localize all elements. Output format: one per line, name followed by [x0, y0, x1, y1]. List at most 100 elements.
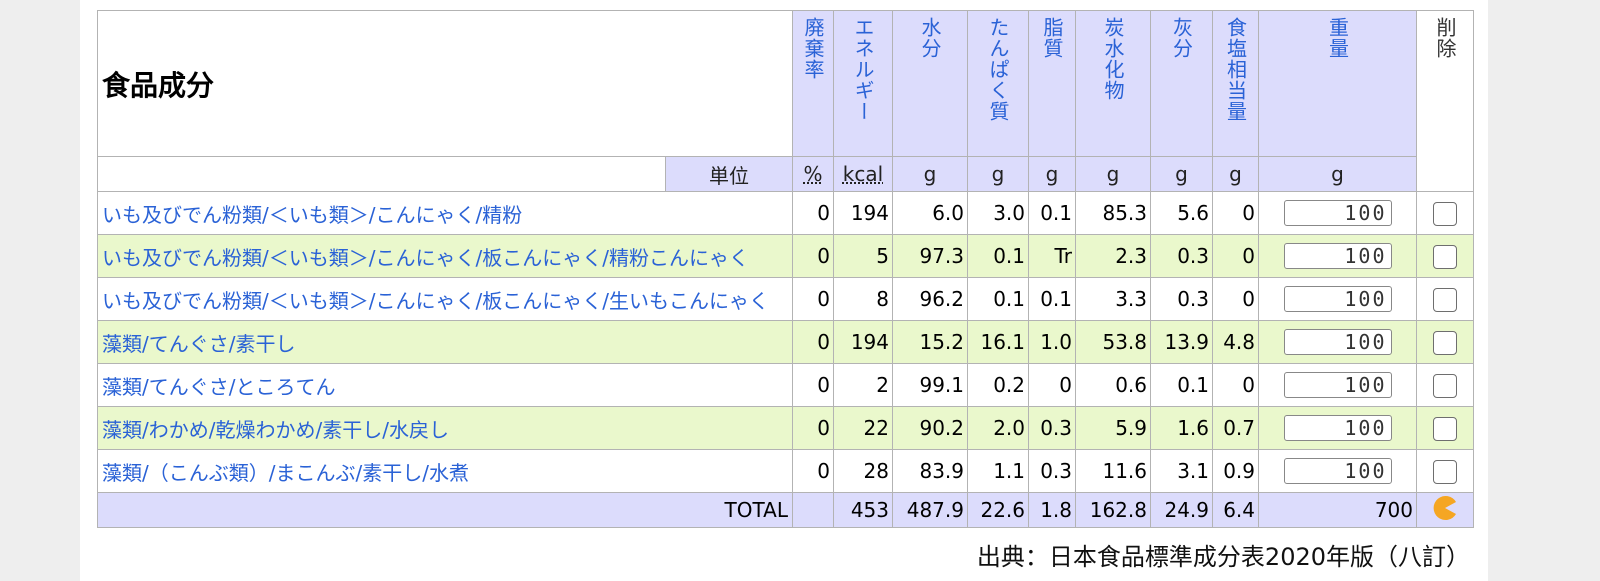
- weight-input[interactable]: [1283, 286, 1392, 312]
- header-water[interactable]: 水分: [892, 10, 968, 157]
- cell-fat: 1.0: [1028, 320, 1076, 364]
- unit-weight: g: [1258, 156, 1417, 192]
- cell-energy: 194: [833, 320, 893, 364]
- cell-carbohydrate: 3.3: [1075, 277, 1151, 321]
- total-fat: 1.8: [1028, 492, 1076, 528]
- source-citation: 出典：日本食品標準成分表2020年版（八訂）: [976, 543, 1470, 571]
- table-row: 藻類/てんぐさ/素干し 0 194 15.2 16.1 1.0 53.8 13.…: [97, 320, 1474, 364]
- weight-input[interactable]: [1283, 329, 1392, 355]
- cell-fat: 0.1: [1028, 277, 1076, 321]
- food-link[interactable]: いも及びでん粉類/＜いも類＞/こんにゃく/板こんにゃく/精粉こんにゃく: [97, 234, 793, 278]
- cell-protein: 0.2: [967, 363, 1029, 407]
- cell-energy: 5: [833, 234, 893, 278]
- total-weight: 700: [1258, 492, 1417, 528]
- header-protein[interactable]: たんぱく質: [967, 10, 1029, 157]
- delete-cell: [1416, 406, 1474, 450]
- cell-energy: 194: [833, 191, 893, 235]
- delete-checkbox[interactable]: [1433, 287, 1457, 312]
- cell-refuse: 0: [792, 449, 834, 493]
- total-row: TOTAL 453 487.9 22.6 1.8 162.8 24.9 6.4 …: [97, 492, 1474, 528]
- delete-checkbox[interactable]: [1433, 244, 1457, 269]
- cell-salt: 0: [1212, 363, 1259, 407]
- cell-ash: 0.1: [1150, 363, 1213, 407]
- cell-salt: 4.8: [1212, 320, 1259, 364]
- weight-cell: [1258, 363, 1417, 407]
- food-link[interactable]: 藻類/てんぐさ/素干し: [97, 320, 793, 364]
- cell-ash: 0.3: [1150, 277, 1213, 321]
- food-link[interactable]: いも及びでん粉類/＜いも類＞/こんにゃく/精粉: [97, 191, 793, 235]
- total-carbohydrate: 162.8: [1075, 492, 1151, 528]
- cell-protein: 0.1: [967, 277, 1029, 321]
- header-ash[interactable]: 灰分: [1150, 10, 1213, 157]
- header-salt[interactable]: 食塩相当量: [1212, 10, 1259, 157]
- cell-protein: 16.1: [967, 320, 1029, 364]
- cell-fat: 0: [1028, 363, 1076, 407]
- table-row: いも及びでん粉類/＜いも類＞/こんにゃく/板こんにゃく/生いもこんにゃく 0 8…: [97, 277, 1474, 321]
- delete-checkbox[interactable]: [1433, 416, 1457, 441]
- unit-fat: g: [1028, 156, 1076, 192]
- weight-cell: [1258, 449, 1417, 493]
- table-row: 藻類/（こんぶ類）/まこんぶ/素干し/水煮 0 28 83.9 1.1 0.3 …: [97, 449, 1474, 493]
- total-ash: 24.9: [1150, 492, 1213, 528]
- weight-input[interactable]: [1283, 372, 1392, 398]
- cell-protein: 1.1: [967, 449, 1029, 493]
- weight-input[interactable]: [1283, 415, 1392, 441]
- cell-ash: 3.1: [1150, 449, 1213, 493]
- cell-carbohydrate: 11.6: [1075, 449, 1151, 493]
- cell-carbohydrate: 85.3: [1075, 191, 1151, 235]
- cell-protein: 0.1: [967, 234, 1029, 278]
- unit-ash: g: [1150, 156, 1213, 192]
- total-label: TOTAL: [97, 492, 793, 528]
- header-energy[interactable]: エネルギー: [833, 10, 893, 157]
- cell-energy: 28: [833, 449, 893, 493]
- cell-refuse: 0: [792, 191, 834, 235]
- cell-salt: 0: [1212, 191, 1259, 235]
- unit-protein: g: [967, 156, 1029, 192]
- food-link[interactable]: 藻類/（こんぶ類）/まこんぶ/素干し/水煮: [97, 449, 793, 493]
- unit-energy: kcal: [833, 156, 893, 192]
- delete-cell: [1416, 320, 1474, 364]
- weight-cell: [1258, 320, 1417, 364]
- cell-water: 83.9: [892, 449, 968, 493]
- delete-checkbox[interactable]: [1433, 201, 1457, 226]
- cell-water: 97.3: [892, 234, 968, 278]
- delete-cell: [1416, 363, 1474, 407]
- delete-cell: [1416, 449, 1474, 493]
- food-link[interactable]: 藻類/わかめ/乾燥わかめ/素干し/水戻し: [97, 406, 793, 450]
- cell-salt: 0.7: [1212, 406, 1259, 450]
- cell-water: 6.0: [892, 191, 968, 235]
- table-title: 食品成分: [97, 10, 793, 157]
- total-action-cell: [1416, 492, 1474, 528]
- food-link[interactable]: 藻類/てんぐさ/ところてん: [97, 363, 793, 407]
- cell-ash: 1.6: [1150, 406, 1213, 450]
- total-salt: 6.4: [1212, 492, 1259, 528]
- cell-salt: 0: [1212, 234, 1259, 278]
- delete-checkbox[interactable]: [1433, 373, 1457, 398]
- unit-water: g: [892, 156, 968, 192]
- cell-water: 90.2: [892, 406, 968, 450]
- unit-spacer: [97, 156, 666, 192]
- cell-protein: 3.0: [967, 191, 1029, 235]
- delete-checkbox[interactable]: [1433, 459, 1457, 484]
- delete-cell: [1416, 191, 1474, 235]
- header-refuse[interactable]: 廃棄率: [792, 10, 834, 157]
- pacman-icon[interactable]: [1432, 495, 1458, 526]
- cell-fat: Tr: [1028, 234, 1076, 278]
- weight-input[interactable]: [1283, 243, 1392, 269]
- header-carbohydrate[interactable]: 炭水化物: [1075, 10, 1151, 157]
- table-row: いも及びでん粉類/＜いも類＞/こんにゃく/精粉 0 194 6.0 3.0 0.…: [97, 191, 1474, 235]
- food-link[interactable]: いも及びでん粉類/＜いも類＞/こんにゃく/板こんにゃく/生いもこんにゃく: [97, 277, 793, 321]
- header-fat[interactable]: 脂質: [1028, 10, 1076, 157]
- delete-checkbox[interactable]: [1433, 330, 1457, 355]
- weight-cell: [1258, 234, 1417, 278]
- weight-input[interactable]: [1283, 200, 1392, 226]
- content-panel: 食品成分 廃棄率 エネルギー 水分 たんぱく質 脂質 炭水化物 灰分 食塩相当量…: [80, 0, 1488, 581]
- delete-cell: [1416, 277, 1474, 321]
- cell-energy: 2: [833, 363, 893, 407]
- unit-salt: g: [1212, 156, 1259, 192]
- cell-fat: 0.3: [1028, 406, 1076, 450]
- food-composition-table: 食品成分 廃棄率 エネルギー 水分 たんぱく質 脂質 炭水化物 灰分 食塩相当量…: [97, 10, 1474, 528]
- weight-cell: [1258, 406, 1417, 450]
- weight-input[interactable]: [1283, 458, 1392, 484]
- cell-carbohydrate: 0.6: [1075, 363, 1151, 407]
